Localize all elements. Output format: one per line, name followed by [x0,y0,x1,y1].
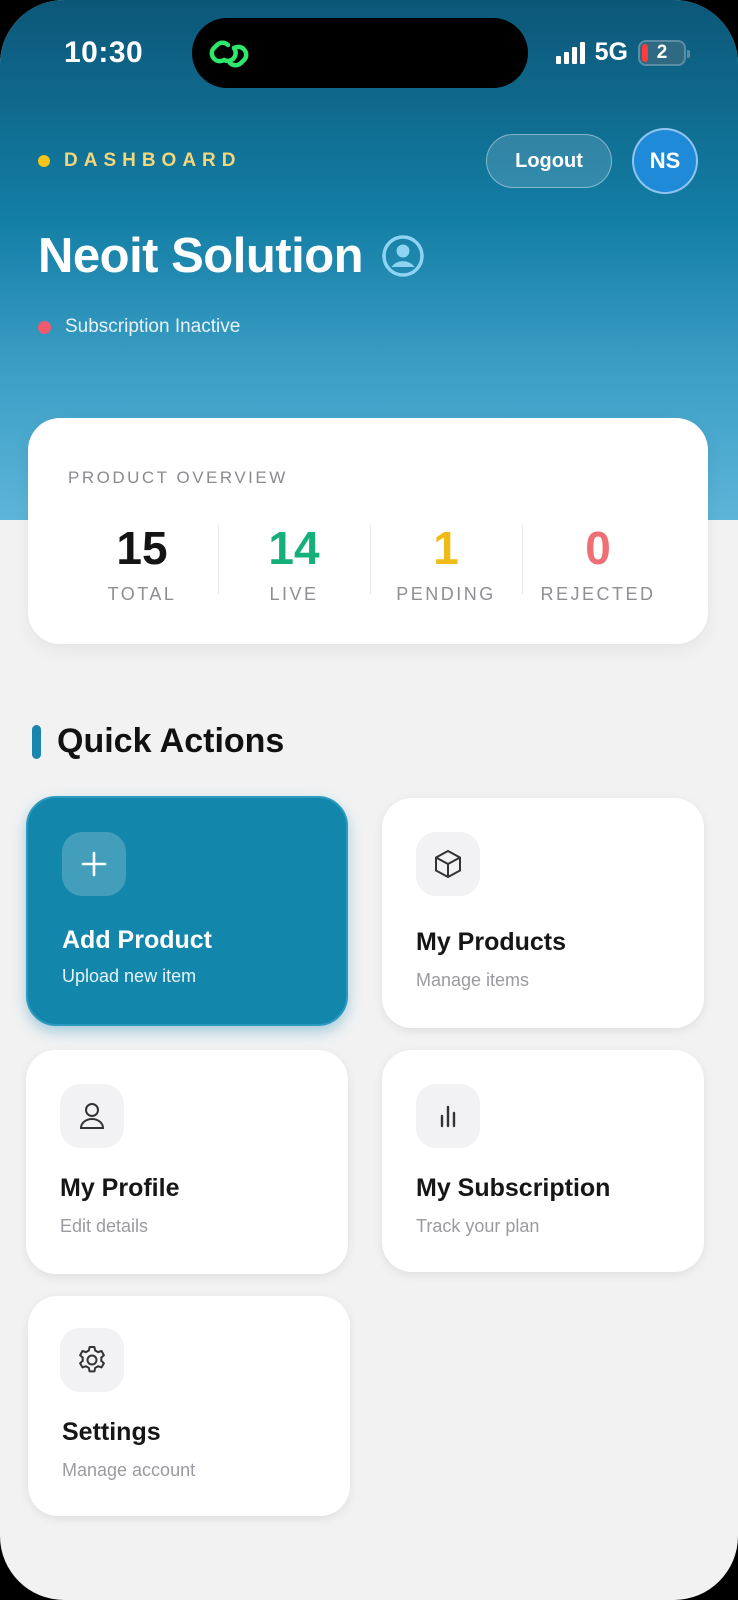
card-title: Add Product [62,926,212,954]
battery-icon: 2 [638,39,690,66]
my-profile-card[interactable]: My Profile Edit details [26,1050,348,1274]
stat-pending: 1 PENDING [370,514,522,624]
gear-icon [60,1328,124,1392]
dashboard-dot [38,155,50,167]
stat-value: 1 [433,522,459,574]
stat-label: TOTAL [107,584,177,604]
stat-value: 0 [585,522,611,574]
stat-total: 15 TOTAL [66,514,218,624]
my-products-card[interactable]: My Products Manage items [382,798,704,1028]
status-time: 10:30 [64,36,144,69]
stat-value: 14 [268,522,320,574]
plus-icon [62,832,126,896]
signal-icon [555,41,585,64]
dynamic-island [192,18,528,88]
stat-live: 14 LIVE [218,514,370,624]
dashboard-label: DASHBOARD [64,150,242,171]
card-subtitle: Manage account [62,1460,196,1480]
card-subtitle: Edit details [60,1216,149,1236]
company-heading: Neoit Solution [38,228,425,284]
stat-label: REJECTED [540,584,656,604]
status-dot [38,320,51,334]
card-subtitle: Upload new item [62,966,197,986]
quick-actions-header: Quick Actions [32,722,284,761]
card-title: My Subscription [416,1174,611,1202]
card-title: My Products [416,928,567,956]
user-circle-icon[interactable] [381,234,425,278]
quick-actions-title: Quick Actions [57,722,285,760]
stat-label: PENDING [396,584,496,604]
section-accent-bar [32,724,41,759]
stat-label: LIVE [269,584,319,604]
bar-chart-icon [416,1084,480,1148]
stats-row: 15 TOTAL 14 LIVE 1 PENDING 0 REJECTED [66,514,674,624]
settings-card[interactable]: Settings Manage account [28,1296,350,1516]
stat-rejected: 0 REJECTED [522,514,674,624]
card-subtitle: Manage items [416,970,530,990]
stat-value: 15 [116,522,168,574]
link-app-icon [209,40,249,68]
user-icon [60,1084,124,1148]
subscription-status-text: Subscription Inactive [65,316,241,337]
card-title: My Profile [60,1174,180,1202]
logout-button[interactable]: Logout [486,134,612,188]
avatar[interactable]: NS [632,128,698,194]
company-name: Neoit Solution [38,229,364,283]
section-label: DASHBOARD [38,150,242,172]
add-product-card[interactable]: Add Product Upload new item [26,796,348,1026]
overview-title: PRODUCT OVERVIEW [68,468,288,487]
phone-screen: 10:30 5G 2 DASHBOARD Logout NS Neoit Sol… [0,0,738,1600]
box-icon [416,832,480,896]
network-type: 5G [594,38,628,66]
card-title: Settings [62,1418,161,1446]
my-subscription-card[interactable]: My Subscription Track your plan [382,1050,704,1272]
status-indicators: 5G 2 [555,38,690,67]
card-subtitle: Track your plan [416,1216,540,1236]
subscription-status: Subscription Inactive [38,316,240,338]
battery-level: 2 [656,41,668,63]
product-overview-card: PRODUCT OVERVIEW 15 TOTAL 14 LIVE 1 PEND… [28,418,708,644]
